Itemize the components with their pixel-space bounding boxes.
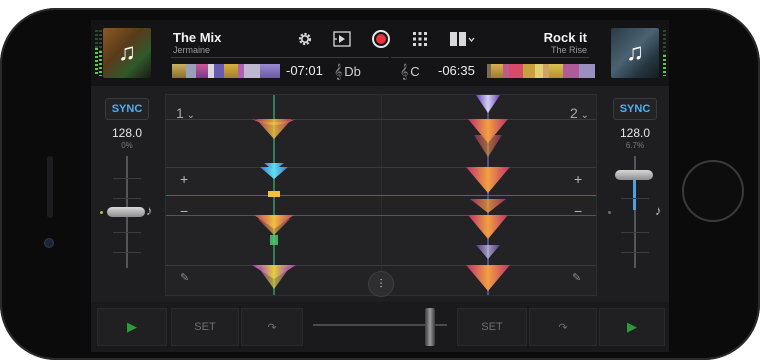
- pitch-tick: [113, 252, 141, 253]
- clef-icon: 𝄞: [400, 63, 409, 79]
- zoom-out-left[interactable]: −: [180, 203, 188, 219]
- beat-line: [166, 167, 596, 168]
- deck-number-left-label: 1: [176, 105, 184, 121]
- track-artist-left: Jermaine: [173, 45, 211, 55]
- level-meter-right: [663, 30, 666, 76]
- layout-icon: [450, 32, 475, 46]
- clef-icon: 𝄞: [334, 63, 343, 79]
- key-indicator-left[interactable]: 𝄞 Db: [334, 63, 361, 80]
- key-indicator-right[interactable]: 𝄞 C: [400, 63, 420, 80]
- grid-view-button[interactable]: [409, 28, 431, 50]
- level-meter-left-2: [99, 30, 102, 76]
- pitch-tick: [113, 232, 141, 233]
- pitch-fader-handle-left[interactable]: [107, 207, 145, 217]
- music-note-icon: ♫: [626, 39, 644, 66]
- front-camera: [44, 238, 54, 248]
- music-note-icon: ♫: [118, 39, 136, 66]
- top-bar: ♫ The Mix Jermaine Rock it The Rise -07:…: [91, 20, 669, 86]
- eq-mixer-button[interactable]: ⫶: [368, 271, 394, 297]
- loop-arrow-icon: ↷: [558, 321, 568, 334]
- play-button-right[interactable]: ▶: [599, 308, 665, 346]
- album-art-right[interactable]: ♫: [611, 28, 659, 78]
- pitch-lock-note-icon-right[interactable]: ♪: [655, 203, 662, 218]
- pitch-tick: [621, 198, 649, 199]
- deck-number-right-label: 2: [570, 105, 578, 121]
- set-label-left: SET: [194, 321, 216, 333]
- waveform-left: [252, 95, 296, 295]
- beat-line: [166, 119, 596, 120]
- beat-line: [166, 265, 596, 266]
- playhead-line: [166, 195, 596, 196]
- set-label-right: SET: [481, 321, 503, 333]
- beat-line: [166, 215, 596, 216]
- playlist-icon: [333, 31, 351, 47]
- overview-waveform-left[interactable]: [172, 64, 280, 78]
- pitch-percent-right: 6.7%: [625, 141, 645, 150]
- bpm-left: 128.0: [111, 126, 143, 140]
- edit-pencil-icon-right[interactable]: ✎: [572, 271, 581, 284]
- layout-menu-button[interactable]: [447, 28, 477, 50]
- key-label-right: C: [410, 64, 420, 79]
- zoom-in-left[interactable]: +: [180, 171, 188, 187]
- time-remaining-left: -07:01: [286, 63, 323, 78]
- deck-number-right[interactable]: 2 ⌄: [570, 105, 589, 121]
- bpm-right: 128.0: [619, 126, 651, 140]
- loop-button-right[interactable]: ↷: [529, 308, 597, 346]
- waveform-right: [466, 95, 510, 295]
- loop-arrow-icon: ↷: [267, 321, 277, 334]
- edit-pencil-icon-left[interactable]: ✎: [180, 271, 189, 284]
- djay-app-screen: ♫ The Mix Jermaine Rock it The Rise -07:…: [91, 20, 669, 352]
- bottom-bar: ▶ SET ↷ SET ↷ ▶: [91, 302, 669, 352]
- cue-set-button-right[interactable]: SET: [457, 308, 527, 346]
- pitch-center-dot-left: [100, 211, 103, 214]
- play-icon: ▶: [127, 319, 137, 334]
- home-button[interactable]: [682, 160, 744, 222]
- grid-icon: [413, 32, 427, 46]
- record-icon: [372, 30, 390, 48]
- key-label-left: Db: [344, 64, 361, 79]
- top-separator-right: [391, 57, 589, 58]
- loop-button-left[interactable]: ↷: [241, 308, 303, 346]
- mixer-faders-icon: ⫶: [379, 276, 383, 291]
- pitch-tick: [621, 232, 649, 233]
- waveform-area[interactable]: 1 ⌄ 2 ⌄ + − + − ✎ ✎ ⫶: [165, 94, 597, 297]
- play-icon: ▶: [627, 319, 637, 334]
- pitch-fader-handle-right[interactable]: [615, 170, 653, 180]
- overview-waveform-right[interactable]: [487, 64, 595, 78]
- track-artist-right: The Rise: [550, 45, 587, 55]
- earpiece-speaker: [47, 156, 53, 218]
- zoom-out-right[interactable]: −: [574, 203, 582, 219]
- chevron-down-icon: ⌄: [183, 110, 195, 121]
- pitch-tick: [113, 198, 141, 199]
- record-button[interactable]: [370, 28, 392, 50]
- track-title-left: The Mix: [173, 30, 222, 45]
- chevron-down-icon: ⌄: [577, 110, 589, 121]
- playlist-button[interactable]: [331, 28, 353, 50]
- pitch-tick: [621, 252, 649, 253]
- gear-icon: [298, 32, 312, 46]
- top-separator-left: [171, 57, 389, 58]
- pitch-percent-left: 0%: [121, 141, 133, 150]
- time-remaining-right: -06:35: [438, 63, 475, 78]
- pitch-center-dot-right: [608, 211, 611, 214]
- pitch-offset-indicator-right: [633, 180, 636, 210]
- cue-set-button-left[interactable]: SET: [171, 308, 239, 346]
- level-meter-left: [95, 30, 98, 76]
- pitch-lock-note-icon-left[interactable]: ♪: [146, 203, 153, 218]
- crossfader-handle[interactable]: [425, 308, 435, 346]
- deck-number-left[interactable]: 1 ⌄: [176, 105, 195, 121]
- sync-button-right[interactable]: SYNC: [613, 98, 657, 120]
- track-title-right: Rock it: [543, 30, 587, 45]
- play-button-left[interactable]: ▶: [97, 308, 167, 346]
- album-art-left[interactable]: ♫: [103, 28, 151, 78]
- pitch-tick: [113, 178, 141, 179]
- sync-button-left[interactable]: SYNC: [105, 98, 149, 120]
- settings-button[interactable]: [294, 28, 316, 50]
- zoom-in-right[interactable]: +: [574, 171, 582, 187]
